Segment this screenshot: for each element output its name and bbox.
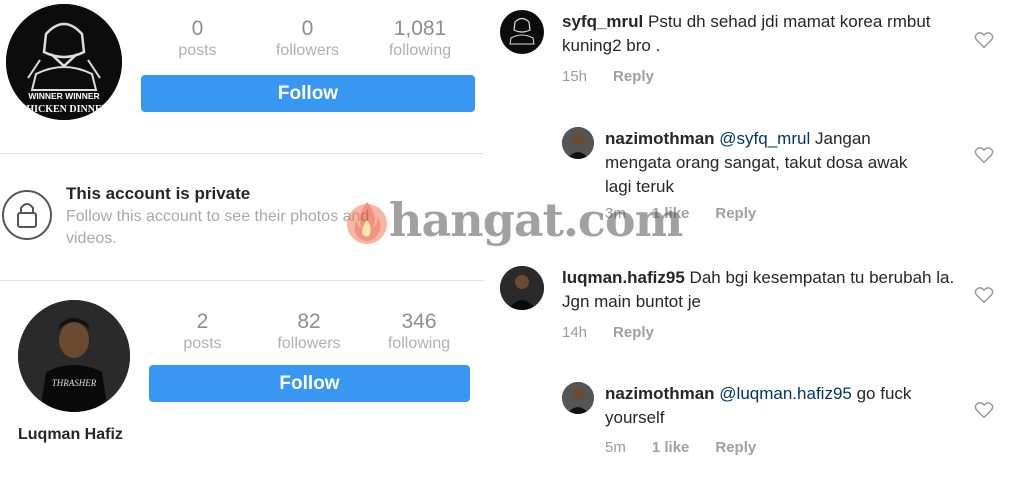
reply-button[interactable]: Reply bbox=[613, 68, 654, 85]
following-count: 346 bbox=[401, 310, 437, 333]
private-description: Follow this account to see their photos … bbox=[66, 208, 370, 247]
reply-button[interactable]: Reply bbox=[715, 439, 756, 456]
reply-button[interactable]: Reply bbox=[613, 324, 654, 341]
followers-stat[interactable]: 82 followers bbox=[250, 310, 368, 354]
comment-text: nazimothman @luqman.hafiz95 go fuck your… bbox=[605, 382, 925, 430]
comment-meta: 15h Reply bbox=[562, 68, 654, 85]
svg-text:WINNER WINNER: WINNER WINNER bbox=[28, 91, 99, 101]
posts-count: 0 bbox=[191, 17, 204, 40]
profile-stats: 0 posts 0 followers 1,081 following bbox=[150, 17, 470, 61]
profile-photo bbox=[562, 382, 594, 414]
profile-photo bbox=[500, 266, 544, 310]
profile-name: Luqman Hafiz bbox=[18, 426, 123, 443]
pubg-avatar-image bbox=[509, 17, 535, 45]
comment-avatar[interactable] bbox=[562, 127, 594, 159]
pubg-avatar-image: WINNER WINNER CHICKEN DINNER bbox=[6, 4, 122, 120]
posts-label: posts bbox=[183, 335, 222, 352]
comment-text: luqman.hafiz95 Dah bgi kesempatan tu ber… bbox=[562, 266, 962, 314]
divider bbox=[0, 280, 485, 281]
followers-label: followers bbox=[277, 335, 341, 352]
comment-time: 15h bbox=[562, 68, 588, 85]
comment-username[interactable]: syfq_mrul bbox=[562, 12, 643, 31]
comment-username[interactable]: luqman.hafiz95 bbox=[562, 268, 685, 287]
profile-stats: 2 posts 82 followers 346 following bbox=[155, 310, 470, 354]
followers-label: followers bbox=[275, 42, 340, 59]
comment-likes[interactable]: 1 like bbox=[652, 439, 690, 456]
posts-count: 2 bbox=[196, 310, 209, 333]
comment-time: 3m bbox=[605, 205, 626, 222]
profile-photo bbox=[562, 127, 594, 159]
following-label: following bbox=[387, 335, 451, 352]
comment-meta: 14h Reply bbox=[562, 324, 654, 341]
comment-meta: 5m 1 like Reply bbox=[605, 439, 756, 456]
comment-time: 5m bbox=[605, 439, 626, 456]
profile-photo: THRASHER bbox=[18, 300, 130, 412]
posts-stat[interactable]: 0 posts bbox=[150, 17, 245, 61]
comment-mention[interactable]: @luqman.hafiz95 bbox=[719, 384, 852, 403]
svg-text:CHICKEN DINNER: CHICKEN DINNER bbox=[19, 104, 110, 115]
comment-avatar[interactable] bbox=[500, 10, 544, 54]
comment-avatar[interactable] bbox=[562, 382, 594, 414]
comment-text: syfq_mrul Pstu dh sehad jdi mamat korea … bbox=[562, 10, 962, 58]
following-count: 1,081 bbox=[393, 17, 447, 40]
private-title: This account is private bbox=[66, 184, 251, 203]
heart-icon[interactable] bbox=[974, 31, 994, 49]
divider bbox=[0, 153, 485, 154]
followers-stat[interactable]: 0 followers bbox=[245, 17, 370, 61]
profile-avatar[interactable]: THRASHER bbox=[18, 300, 130, 412]
comment-username[interactable]: nazimothman bbox=[605, 129, 715, 148]
profile-panel: WINNER WINNER CHICKEN DINNER 0 posts 0 f… bbox=[0, 0, 490, 485]
reply-button[interactable]: Reply bbox=[715, 205, 756, 222]
following-stat[interactable]: 1,081 following bbox=[370, 17, 470, 61]
following-stat[interactable]: 346 following bbox=[368, 310, 470, 354]
comment-likes[interactable]: 1 like bbox=[652, 205, 690, 222]
followers-count: 0 bbox=[301, 17, 314, 40]
comments-panel: syfq_mrul Pstu dh sehad jdi mamat korea … bbox=[490, 0, 1024, 485]
heart-icon[interactable] bbox=[974, 286, 994, 304]
heart-icon[interactable] bbox=[974, 146, 994, 164]
comment-text: nazimothman @syfq_mrul Jangan mengata or… bbox=[605, 127, 920, 199]
comment-avatar[interactable] bbox=[500, 266, 544, 310]
svg-text:THRASHER: THRASHER bbox=[52, 378, 97, 388]
following-label: following bbox=[388, 42, 452, 59]
lock-icon bbox=[2, 190, 52, 240]
posts-stat[interactable]: 2 posts bbox=[155, 310, 250, 354]
posts-label: posts bbox=[178, 42, 217, 59]
followers-count: 82 bbox=[297, 310, 321, 333]
profile-avatar[interactable]: WINNER WINNER CHICKEN DINNER bbox=[6, 4, 122, 120]
follow-button[interactable]: Follow bbox=[141, 75, 475, 112]
heart-icon[interactable] bbox=[974, 401, 994, 419]
follow-button[interactable]: Follow bbox=[149, 365, 470, 402]
comment-time: 14h bbox=[562, 324, 588, 341]
comment-username[interactable]: nazimothman bbox=[605, 384, 715, 403]
comment-mention[interactable]: @syfq_mrul bbox=[719, 129, 810, 148]
comment-meta: 3m 1 like Reply bbox=[605, 205, 756, 222]
